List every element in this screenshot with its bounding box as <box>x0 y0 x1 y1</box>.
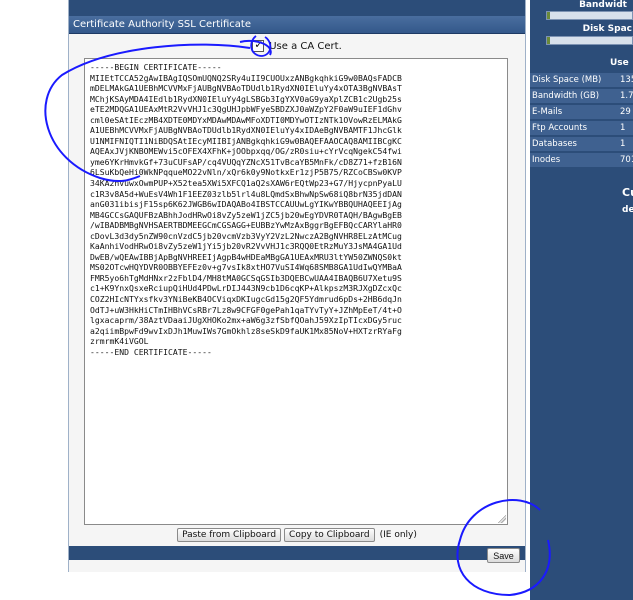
bandwidth-label: Bandwidt <box>579 0 627 10</box>
disk-space-label: Disk Spac <box>582 24 632 34</box>
copy-to-clipboard-button[interactable]: Copy to Clipboard <box>284 528 375 542</box>
stat-label: E-Mails <box>532 107 563 117</box>
stat-row: Databases 1 <box>530 137 633 152</box>
stat-value: 1 <box>620 123 626 133</box>
save-button[interactable]: Save <box>487 548 520 563</box>
stat-label: Databases <box>532 139 577 149</box>
current-title: Curren <box>622 186 633 199</box>
ie-only-note: (IE only) <box>379 530 417 540</box>
stat-value: 701 <box>620 155 633 165</box>
bottom-bar <box>69 546 525 560</box>
stat-label: Inodes <box>532 155 561 165</box>
stat-label: Disk Space (MB) <box>532 75 602 85</box>
stat-row: Bandwidth (GB) 1.71 <box>530 89 633 104</box>
stat-value: 1 <box>620 139 626 149</box>
stat-row: Inodes 701 <box>530 153 633 168</box>
paste-from-clipboard-button[interactable]: Paste from Clipboard <box>177 528 282 542</box>
usage-title: Use <box>610 58 629 68</box>
stat-value: 1351 <box>620 75 633 85</box>
clipboard-button-row: Paste from Clipboard Copy to Clipboard (… <box>69 527 525 543</box>
stat-label: Bandwidth (GB) <box>532 91 600 101</box>
resize-grip-icon[interactable] <box>498 515 506 523</box>
use-ca-cert-checkbox[interactable] <box>252 38 265 52</box>
stat-row: Ftp Accounts 1 <box>530 121 633 136</box>
stat-value: 1.71 <box>620 91 633 101</box>
stat-value: 29 <box>620 107 631 117</box>
stat-label: Ftp Accounts <box>532 123 588 133</box>
current-subtitle: de <box>622 205 633 215</box>
disk-space-bar <box>546 36 633 45</box>
usage-sidebar: Bandwidt Disk Spac Use Disk Space (MB) 1… <box>530 0 633 600</box>
bandwidth-bar <box>546 11 633 20</box>
use-ca-cert-label: Use a CA Cert. <box>269 40 342 52</box>
stat-row: E-Mails 29 <box>530 105 633 120</box>
ssl-certificate-panel: Certificate Authority SSL Certificate Us… <box>68 0 526 572</box>
section-title: Certificate Authority SSL Certificate <box>69 16 525 34</box>
certificate-text: -----BEGIN CERTIFICATE----- MIIEtTCCA52g… <box>90 62 402 357</box>
top-strip <box>69 0 525 16</box>
ca-cert-row: Use a CA Cert. <box>69 36 525 56</box>
certificate-textarea[interactable]: -----BEGIN CERTIFICATE----- MIIEtTCCA52g… <box>84 58 508 525</box>
stat-row: Disk Space (MB) 1351 <box>530 73 633 88</box>
